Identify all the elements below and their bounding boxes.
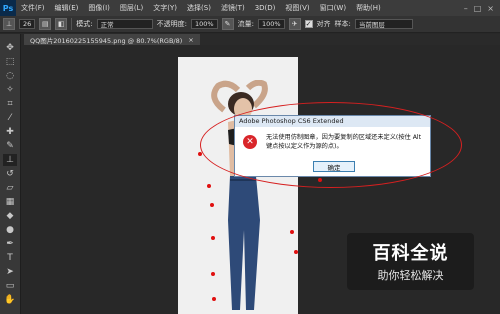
watermark: 百科全说 助你轻松解决 [347,233,474,290]
annotation-dot [211,272,215,276]
brush-tool-icon[interactable]: ✎ [3,140,17,152]
mode-label: 模式: [76,20,93,28]
opacity-input[interactable]: 100% [191,19,218,29]
clone-source-icon[interactable]: ◧ [55,18,68,30]
history-brush-tool-icon[interactable]: ↺ [3,168,17,180]
pressure-opacity-icon[interactable]: ✎ [221,18,234,30]
menu-filter[interactable]: 滤镜(T) [216,3,250,13]
document-tab-close-icon[interactable]: × [188,36,193,44]
document-tab-row: QQ图片20160225155945.png @ 80.7%(RGB/8) × [24,34,500,45]
watermark-subtitle: 助你轻松解决 [377,269,444,282]
eraser-tool-icon[interactable]: ▱ [3,182,17,194]
window-controls: – □ × [464,4,500,13]
shape-tool-icon[interactable]: ▭ [3,280,17,292]
tools-panel: ✥ ⬚ ◌ ✧ ⌗ ⁄ ✚ ✎ ⊥ ↺ ▱ ▦ ◆ ● ✒ T ➤ ▭ ✋ [0,34,21,314]
clone-stamp-tool-icon[interactable]: ⊥ [3,18,15,30]
document-tab-title: QQ图片20160225155945.png @ 80.7%(RGB/8) [30,36,183,45]
annotation-dot [211,236,215,240]
menu-file[interactable]: 文件(F) [16,3,50,13]
brush-size-value: 26 [23,20,32,28]
hand-tool-icon[interactable]: ✋ [3,294,17,306]
crop-tool-icon[interactable]: ⌗ [3,98,17,110]
menu-type[interactable]: 文字(Y) [148,3,182,13]
watermark-title: 百科全说 [372,243,449,264]
healing-brush-tool-icon[interactable]: ✚ [3,126,17,138]
aligned-checkbox[interactable]: ✓ [304,20,313,28]
annotation-dot [290,230,294,234]
minimize-icon[interactable]: – [464,4,468,13]
menu-help[interactable]: 帮助(H) [351,3,386,13]
annotation-dot [207,184,211,188]
move-tool-icon[interactable]: ✥ [3,42,17,54]
sample-label: 样本: [334,20,351,28]
close-icon[interactable]: × [487,4,494,13]
photoshop-logo: Ps [0,0,16,16]
sample-select[interactable]: 当前图层 [354,19,413,29]
menu-bar: Ps 文件(F) 编辑(E) 图像(I) 图层(L) 文字(Y) 选择(S) 滤… [0,0,500,16]
annotation-dot [294,250,298,254]
menu-image[interactable]: 图像(I) [83,3,115,13]
menu-view[interactable]: 视图(V) [280,3,314,13]
mode-select[interactable]: 正常 [96,19,153,29]
aligned-label: 对齐 [316,20,331,28]
flow-label: 流量: [237,20,254,28]
separator [71,18,73,30]
menu-select[interactable]: 选择(S) [182,3,216,13]
brush-panel-icon[interactable]: ▤ [39,18,52,30]
opacity-value: 100% [195,20,214,28]
flow-input[interactable]: 100% [257,19,285,29]
eyedropper-tool-icon[interactable]: ⁄ [3,112,17,124]
flow-value: 100% [261,20,281,28]
path-select-tool-icon[interactable]: ➤ [3,266,17,278]
dodge-tool-icon[interactable]: ● [3,224,17,236]
blur-tool-icon[interactable]: ◆ [3,210,17,222]
maximize-icon[interactable]: □ [474,4,482,13]
pen-tool-icon[interactable]: ✒ [3,238,17,250]
opacity-label: 不透明度: [156,20,187,28]
menu-window[interactable]: 窗口(W) [315,3,351,13]
gradient-tool-icon[interactable]: ▦ [3,196,17,208]
marquee-tool-icon[interactable]: ⬚ [3,56,17,68]
airbrush-icon[interactable]: ✈ [288,18,301,30]
annotation-dot [210,203,214,207]
type-tool-icon[interactable]: T [3,252,17,264]
highlight-ellipse [200,102,462,188]
mode-value: 正常 [100,21,114,29]
brush-size-picker[interactable]: 26 [19,19,36,29]
sample-value: 当前图层 [358,21,385,29]
clone-stamp-tool-icon[interactable]: ⊥ [3,154,17,166]
options-bar: ⊥ 26 ▤ ◧ 模式: 正常 不透明度: 100% ✎ 流量: 100% ✈ … [0,16,500,33]
document-tab[interactable]: QQ图片20160225155945.png @ 80.7%(RGB/8) × [24,34,200,45]
menu-edit[interactable]: 编辑(E) [50,3,84,13]
lasso-tool-icon[interactable]: ◌ [3,70,17,82]
menu-3d[interactable]: 3D(D) [250,4,281,12]
quick-select-tool-icon[interactable]: ✧ [3,84,17,96]
annotation-dot [212,297,216,301]
menu-layer[interactable]: 图层(L) [115,3,148,13]
